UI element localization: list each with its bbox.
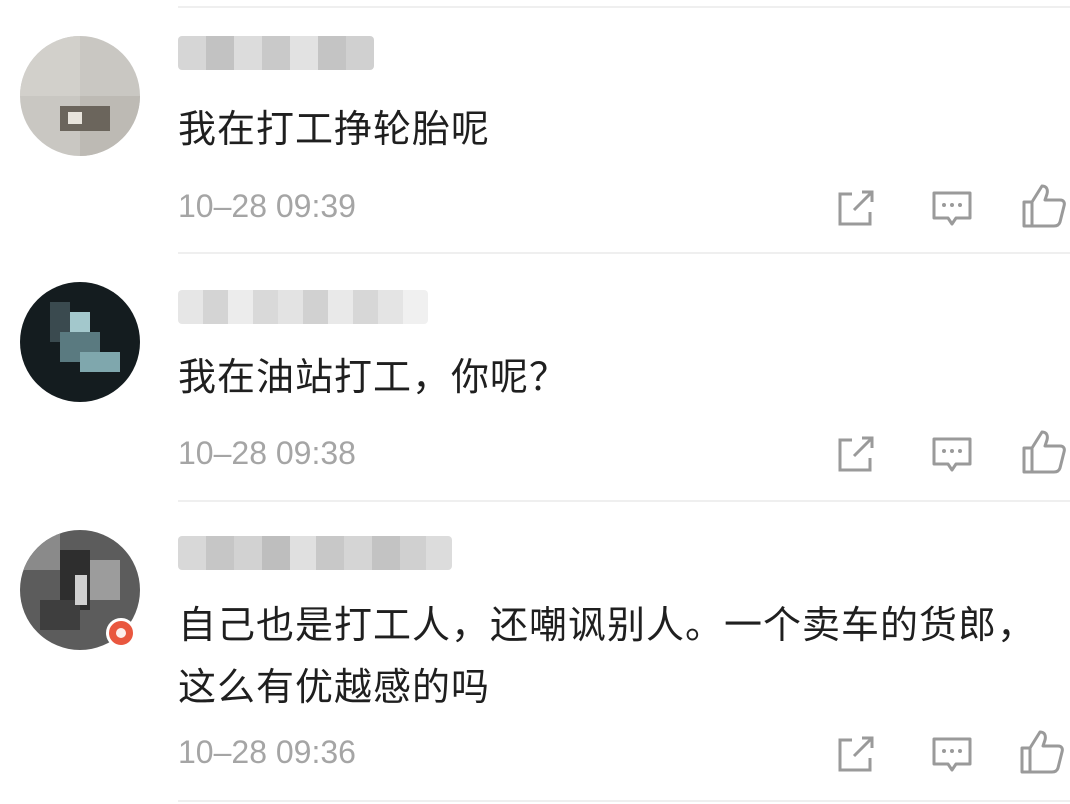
- share-icon[interactable]: [832, 730, 880, 778]
- comment-icon[interactable]: [928, 730, 976, 778]
- divider: [178, 800, 1070, 802]
- share-icon[interactable]: [832, 184, 880, 232]
- verified-badge-icon: [106, 618, 136, 648]
- comment-text: 我在油站打工，你呢？: [178, 355, 569, 399]
- thumbs-up-icon[interactable]: [1020, 428, 1068, 476]
- comment-time: 10–28 09:36: [178, 734, 356, 770]
- username-blurred[interactable]: [178, 36, 374, 70]
- thumbs-up-icon[interactable]: [1018, 728, 1066, 776]
- username-blurred[interactable]: [178, 290, 428, 324]
- avatar[interactable]: [20, 36, 140, 156]
- comment-text: 自己也是打工人，还嘲讽别人。一个卖车的货郎，这么有优越感的吗: [178, 603, 1037, 709]
- share-icon[interactable]: [832, 430, 880, 478]
- divider: [178, 252, 1070, 254]
- comment-icon[interactable]: [928, 430, 976, 478]
- divider: [178, 6, 1070, 8]
- comment-time: 10–28 09:38: [178, 435, 356, 471]
- avatar[interactable]: [20, 282, 140, 402]
- avatar-image: [20, 36, 140, 156]
- divider: [178, 500, 1070, 502]
- comment-icon[interactable]: [928, 184, 976, 232]
- thumbs-up-icon[interactable]: [1020, 182, 1068, 230]
- comment-time: 10–28 09:39: [178, 188, 356, 224]
- avatar-image: [20, 282, 140, 402]
- comment-text: 我在打工挣轮胎呢: [178, 107, 491, 151]
- username-blurred[interactable]: [178, 536, 452, 570]
